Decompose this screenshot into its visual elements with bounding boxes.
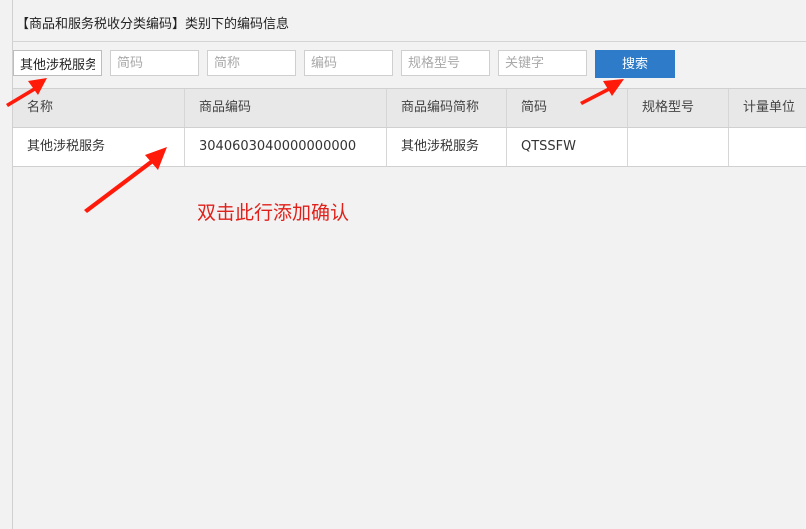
cell-short-code: QTSSFW	[507, 128, 628, 166]
column-header-name[interactable]: 名称	[13, 89, 185, 127]
dialog-left-border	[12, 0, 13, 529]
cell-spec	[628, 128, 729, 166]
column-header-product-code[interactable]: 商品编码	[185, 89, 387, 127]
cell-code-short-name: 其他涉税服务	[387, 128, 507, 166]
table-header: 名称 商品编码 商品编码简称 简码 规格型号 计量单位	[13, 88, 806, 128]
tax-code-input[interactable]	[304, 50, 393, 76]
category-field[interactable]	[13, 50, 102, 76]
column-header-spec[interactable]: 规格型号	[628, 89, 729, 127]
column-header-short-code[interactable]: 简码	[507, 89, 628, 127]
annotation-text: 双击此行添加确认	[197, 202, 350, 224]
code-table: 名称 商品编码 商品编码简称 简码 规格型号 计量单位 其他涉税服务 30406…	[13, 88, 806, 167]
cell-product-code: 3040603040000000000	[185, 128, 387, 166]
cell-unit	[729, 128, 806, 166]
search-button[interactable]: 搜索	[595, 50, 675, 78]
annotation-arrows	[6, 78, 624, 213]
cell-name: 其他涉税服务	[13, 128, 185, 166]
dialog-title: 【商品和服务税收分类编码】类别下的编码信息	[16, 17, 290, 32]
table-row[interactable]: 其他涉税服务 3040603040000000000 其他涉税服务 QTSSFW	[13, 128, 806, 167]
column-header-code-short-name[interactable]: 商品编码简称	[387, 89, 507, 127]
keyword-input[interactable]	[498, 50, 587, 76]
spec-input[interactable]	[401, 50, 490, 76]
short-name-input[interactable]	[207, 50, 296, 76]
column-header-unit[interactable]: 计量单位	[729, 89, 806, 127]
title-divider	[12, 41, 806, 42]
code-input[interactable]	[110, 50, 199, 76]
